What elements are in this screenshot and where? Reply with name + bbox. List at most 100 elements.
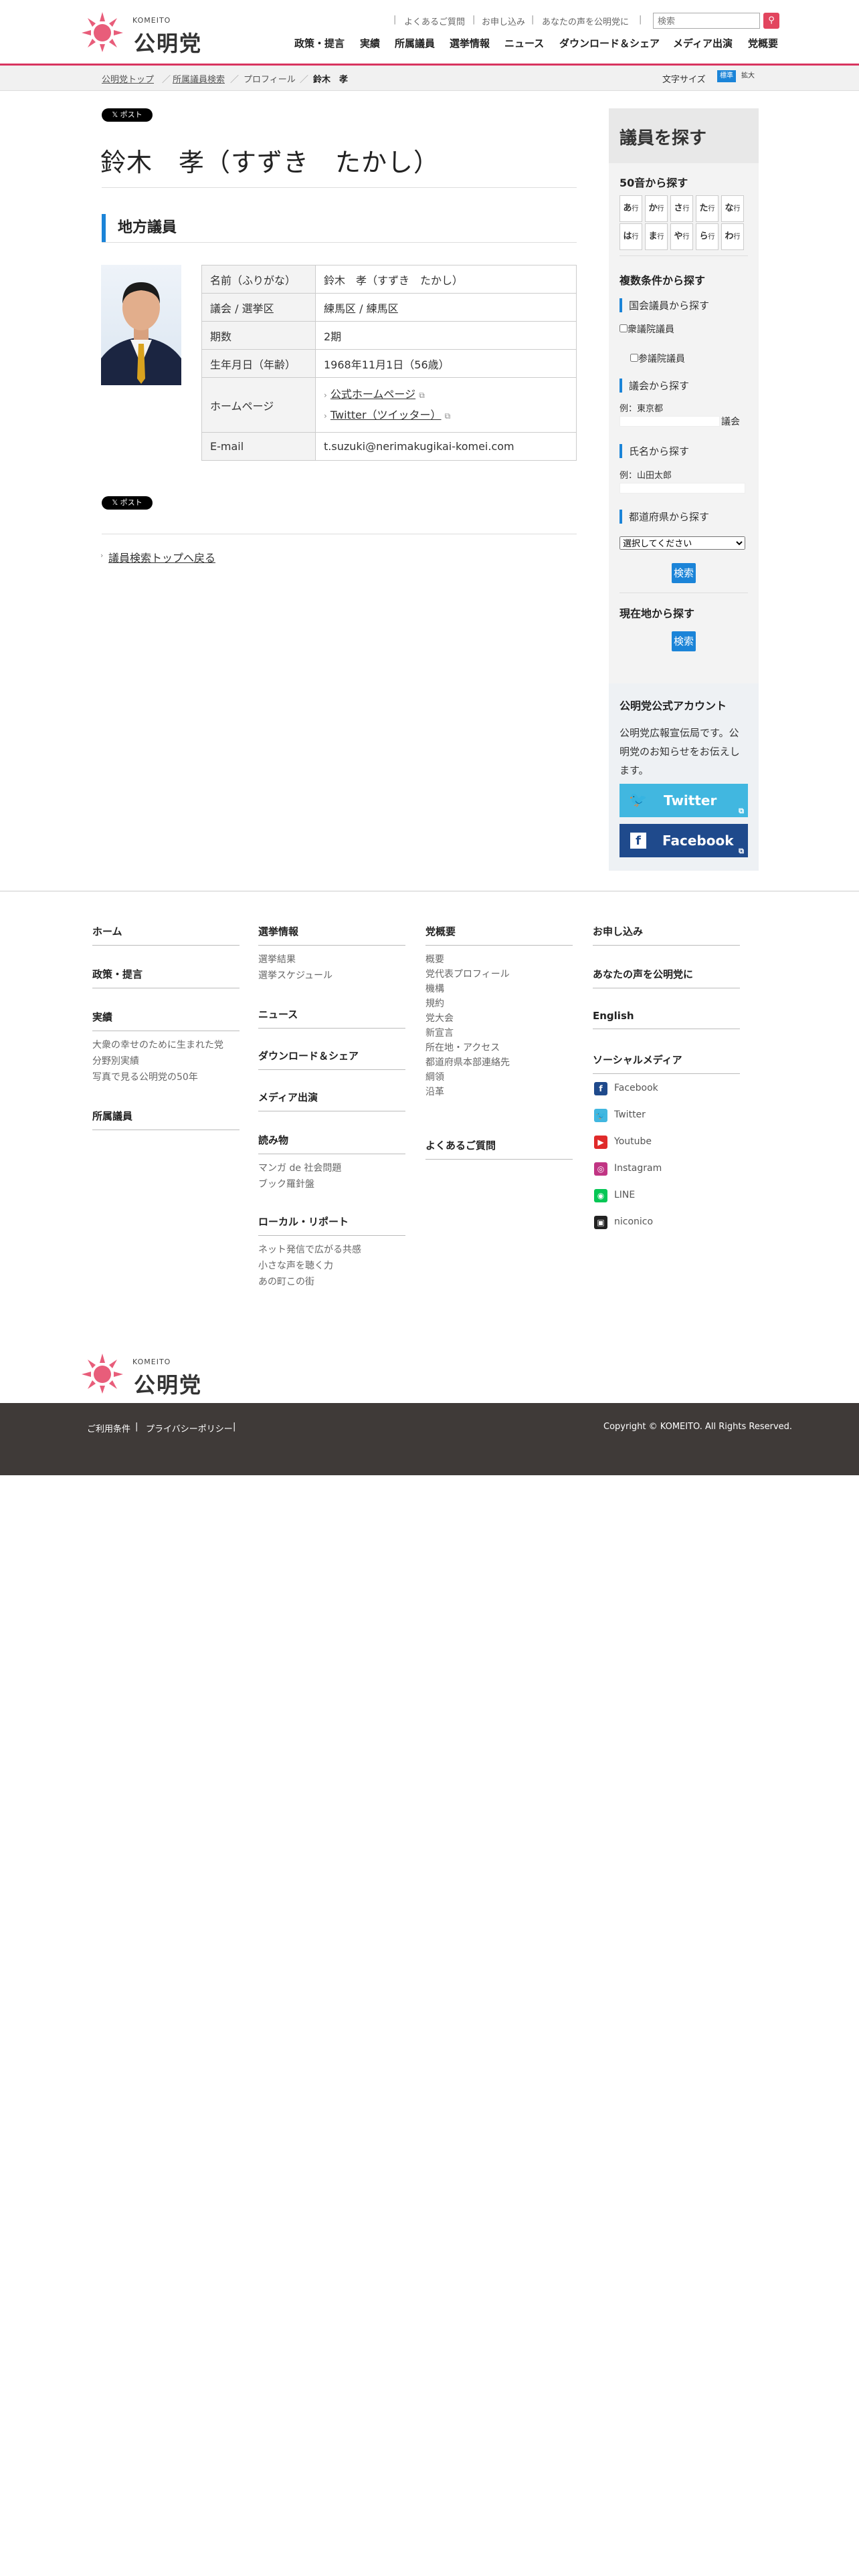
footer-logo[interactable]: KOMEITO 公明党 (79, 1351, 206, 1398)
assembly-input[interactable] (619, 416, 720, 427)
back-to-search-link[interactable]: 議員検索トップへ戻る (108, 549, 215, 565)
footer-social-link[interactable]: niconico (614, 1216, 653, 1227)
footer-link[interactable]: 機構 (425, 982, 444, 995)
kana-char: た (699, 203, 708, 213)
footer-achievements[interactable]: 実績 (92, 1010, 240, 1031)
pref-select[interactable]: 選択してください (619, 536, 745, 550)
kana-button[interactable]: ら行 (696, 223, 719, 250)
sangiin-checkbox[interactable]: 参議院議員 (630, 352, 685, 365)
footer-members[interactable]: 所属議員 (92, 1109, 240, 1130)
footer-faq[interactable]: よくあるご質問 (425, 1138, 573, 1160)
nav-about[interactable]: 党概要 (748, 36, 778, 50)
util-link-faq[interactable]: よくあるご質問 (404, 15, 465, 27)
footer-news[interactable]: ニュース (258, 1007, 405, 1029)
kana-button[interactable]: さ行 (670, 195, 693, 222)
shugiin-checkbox[interactable]: 衆議院議員 (619, 322, 674, 336)
footer-link[interactable]: 党代表プロフィール (425, 967, 510, 980)
breadcrumb-top[interactable]: 公明党トップ (102, 72, 154, 85)
facebook-account-button[interactable]: f Facebook ⧉ (619, 824, 748, 857)
nav-news[interactable]: ニュース (504, 36, 544, 50)
footer-link[interactable]: 党大会 (425, 1011, 454, 1025)
checkbox[interactable] (619, 324, 628, 332)
twitter-link[interactable]: Twitter（ツイッター） (330, 409, 442, 421)
font-size-standard-button[interactable]: 標準 (717, 70, 736, 82)
footer-link[interactable]: ネット発信で広がる共感 (258, 1243, 361, 1256)
assembly-example: 例：東京都 (619, 404, 664, 414)
breadcrumb-search[interactable]: 所属議員検索 (173, 72, 225, 85)
kana-char: ら (699, 231, 708, 241)
breadcrumb-sep: ／ (300, 75, 309, 85)
search-button[interactable]: ⚲ (763, 13, 779, 29)
util-link-apply[interactable]: お申し込み (482, 15, 525, 27)
kana-button[interactable]: ま行 (645, 223, 668, 250)
official-homepage-link[interactable]: 公式ホームページ (330, 388, 415, 401)
footer-local-report[interactable]: ローカル・リポート (258, 1214, 405, 1236)
kana-button[interactable]: あ行 (619, 195, 642, 222)
footer-apply[interactable]: お申し込み (593, 924, 740, 946)
footer-link[interactable]: 綱領 (425, 1070, 444, 1083)
footer-link[interactable]: 概要 (425, 952, 444, 966)
nav-media[interactable]: メディア出演 (673, 36, 733, 50)
footer-voice[interactable]: あなたの声を公明党に (593, 967, 740, 988)
footer-link[interactable]: 選挙結果 (258, 952, 296, 966)
footer-social-heading: ソーシャルメディア (593, 1053, 740, 1074)
footer-social-link[interactable]: Instagram (614, 1163, 662, 1174)
nav-elections[interactable]: 選挙情報 (450, 36, 490, 50)
footer-link[interactable]: 選挙スケジュール (258, 968, 332, 982)
x-post-button[interactable]: 𝕏 ポスト (102, 108, 153, 122)
util-link-voice[interactable]: あなたの声を公明党に (542, 15, 629, 27)
terms-link[interactable]: ご利用条件 (87, 1422, 130, 1434)
footer-link[interactable]: 写真で見る公明党の50年 (92, 1070, 198, 1083)
location-search-button[interactable]: 検索 (672, 631, 696, 651)
footer-social-link[interactable]: LINE (614, 1190, 635, 1200)
kana-button[interactable]: や行 (670, 223, 693, 250)
footer-link[interactable]: 沿革 (425, 1085, 444, 1098)
footer-link[interactable]: 分野別実績 (92, 1054, 139, 1067)
checkbox-label: 衆議院議員 (628, 324, 674, 335)
name-example: 例：山田太郎 (619, 471, 672, 481)
footer-link[interactable]: あの町この街 (258, 1275, 314, 1288)
footer-link[interactable]: 都道府県本部連絡先 (425, 1055, 510, 1069)
kana-button[interactable]: は行 (619, 223, 642, 250)
footer-social-link[interactable]: Twitter (614, 1109, 646, 1120)
divider: | (639, 15, 642, 25)
footer-link[interactable]: 大衆の幸せのために生まれた党 (92, 1038, 223, 1051)
footer-about[interactable]: 党概要 (425, 924, 573, 946)
footer-link[interactable]: 規約 (425, 996, 444, 1010)
name-input[interactable] (619, 483, 745, 494)
profile-table: 名前（ふりがな） 鈴木 孝（すずき たかし） 議会 / 選挙区 練馬区 / 練馬区 … (201, 265, 577, 461)
twitter-account-button[interactable]: 🐦 Twitter ⧉ (619, 784, 748, 817)
footer-media[interactable]: メディア出演 (258, 1090, 405, 1111)
font-size-large-button[interactable]: 拡大 (739, 70, 757, 82)
nav-achievements[interactable]: 実績 (360, 36, 380, 50)
footer-social-link[interactable]: Youtube (614, 1136, 652, 1147)
footer-social-link[interactable]: Facebook (614, 1083, 658, 1093)
footer-reading[interactable]: 読み物 (258, 1133, 405, 1154)
kana-button[interactable]: た行 (696, 195, 719, 222)
search-submit-button[interactable]: 検索 (672, 563, 696, 583)
footer-home[interactable]: ホーム (92, 924, 240, 946)
footer-link[interactable]: ブック羅針盤 (258, 1177, 314, 1190)
checkbox[interactable] (630, 354, 638, 362)
footer-download[interactable]: ダウンロード＆シェア (258, 1049, 405, 1070)
kana-button[interactable]: わ行 (721, 223, 744, 250)
kana-button[interactable]: か行 (645, 195, 668, 222)
privacy-link[interactable]: プライバシーポリシー (146, 1422, 233, 1434)
kana-suffix: 行 (708, 205, 715, 213)
footer-link[interactable]: マンガ de 社会問題 (258, 1161, 341, 1174)
footer-link[interactable]: 新宣言 (425, 1026, 454, 1039)
footer-english[interactable]: English (593, 1010, 740, 1029)
footer-link[interactable]: 所在地・アクセス (425, 1041, 500, 1054)
search-input[interactable] (653, 13, 760, 29)
site-logo[interactable]: KOMEITO 公明党 (79, 9, 206, 56)
footer-elections[interactable]: 選挙情報 (258, 924, 405, 946)
divider (619, 255, 748, 256)
kana-button[interactable]: な行 (721, 195, 744, 222)
nav-members[interactable]: 所属議員 (395, 36, 435, 50)
kana-suffix: 行 (708, 233, 715, 241)
x-post-button[interactable]: 𝕏 ポスト (102, 496, 153, 510)
nav-policy[interactable]: 政策・提言 (294, 36, 345, 50)
nav-download[interactable]: ダウンロード＆シェア (559, 36, 660, 50)
footer-link[interactable]: 小さな声を聴く力 (258, 1259, 333, 1272)
footer-policy[interactable]: 政策・提言 (92, 967, 240, 988)
